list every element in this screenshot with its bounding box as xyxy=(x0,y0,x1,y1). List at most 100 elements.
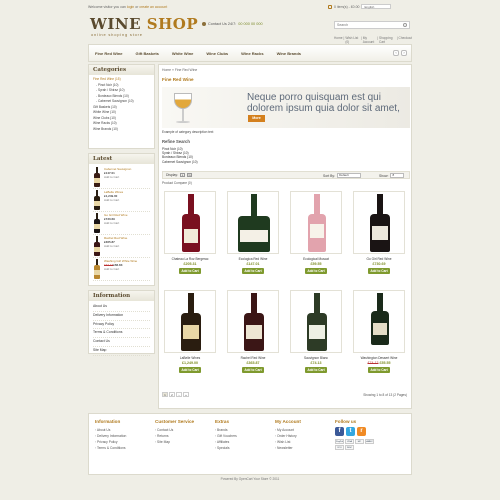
sort-select[interactable]: Default xyxy=(337,173,362,178)
more-button[interactable]: More xyxy=(248,115,265,122)
nav-item[interactable]: Wine Clubs xyxy=(206,51,228,56)
latest-product-info: LaBelle Wines £1,249.00 Add to Cart xyxy=(104,190,123,202)
product-image[interactable] xyxy=(290,191,342,254)
add-to-cart-button[interactable]: Add to Cart xyxy=(179,268,201,274)
footer-column: My AccountMy AccountOrder HistoryWish Li… xyxy=(275,419,301,451)
wine-bottle-thumbnail[interactable] xyxy=(93,167,101,187)
add-to-cart-link[interactable]: Add to Cart xyxy=(104,175,131,179)
product-name[interactable]: Washington Dessert Wine xyxy=(353,356,405,360)
cart-summary[interactable]: 0 item(s) - £0.00 English xyxy=(328,4,392,9)
logo[interactable]: WINE SHOP xyxy=(90,15,198,33)
product-image[interactable] xyxy=(353,191,405,254)
refine-link[interactable]: Cabernet Sauvignon (10) xyxy=(162,160,198,164)
latest-box: Latest Cabernet Sauvignon £147.01 Add to C… xyxy=(88,153,155,286)
sort-label: Sort By: xyxy=(323,173,336,178)
header-link[interactable]: My Account xyxy=(363,36,377,44)
product-image[interactable] xyxy=(227,290,279,353)
grid-view-button[interactable]: G xyxy=(187,173,193,177)
list-view-button[interactable]: L xyxy=(180,173,186,177)
product-name[interactable]: Rachel Red Wine xyxy=(227,356,279,360)
search-input[interactable] xyxy=(335,22,401,28)
product-image[interactable] xyxy=(164,191,216,254)
wine-bottle-thumbnail[interactable] xyxy=(93,213,101,233)
product-name[interactable]: Sauvignon Blanc xyxy=(290,356,342,360)
add-to-cart-button[interactable]: Add to Cart xyxy=(242,367,264,373)
page-link[interactable]: » xyxy=(183,392,189,397)
add-to-cart-link[interactable]: Add to Cart xyxy=(104,221,128,225)
product-name[interactable]: Ecologica Red Wine xyxy=(227,257,279,261)
footer-column: ExtrasBrandsGift VouchersAffiliatesSpeci… xyxy=(215,419,237,451)
product-compare-link[interactable]: Product Compare (0) xyxy=(162,181,192,185)
limit-select[interactable]: 8 xyxy=(390,173,405,178)
information-link[interactable]: Delivery Information xyxy=(93,312,150,321)
product-image[interactable] xyxy=(227,191,279,254)
information-link[interactable]: About Us xyxy=(93,303,150,312)
nav-item[interactable]: White Wine xyxy=(172,51,194,56)
add-to-cart-button[interactable]: Add to Cart xyxy=(242,268,264,274)
product-name[interactable]: LaBelle Wines xyxy=(164,356,216,360)
footer-link[interactable]: Terms & Conditions xyxy=(95,445,126,451)
nav-arrows: ‹ › xyxy=(393,50,407,56)
product-image[interactable] xyxy=(353,290,405,353)
search-icon[interactable] xyxy=(403,23,407,27)
nav-next-button[interactable]: › xyxy=(401,50,407,56)
category-link[interactable]: Wine Brands (10) xyxy=(93,127,150,133)
categories-title: Categories xyxy=(89,65,154,75)
footer-link[interactable]: Newsletter xyxy=(275,445,301,451)
create-account-link[interactable]: create an account xyxy=(139,5,167,9)
facebook-icon[interactable]: f xyxy=(335,427,344,436)
payment-icons: PayPal VISA MC AMEX 2CO DISC xyxy=(335,439,377,450)
login-link[interactable]: login xyxy=(127,5,134,9)
nav-item[interactable]: Wine Brands xyxy=(277,51,301,56)
add-to-cart-button[interactable]: Add to Cart xyxy=(305,268,327,274)
breadcrumb[interactable]: Home » Fine Red Wine xyxy=(162,68,197,72)
product-name[interactable]: Chateau La Roz Bergerac xyxy=(164,257,216,261)
language-select[interactable]: English xyxy=(361,4,392,9)
information-link[interactable]: Privacy Policy xyxy=(93,321,150,330)
rss-icon[interactable]: r xyxy=(357,427,366,436)
page-link[interactable]: › xyxy=(176,392,182,397)
product-price: £365.87 xyxy=(227,361,279,365)
page-link[interactable]: 1 xyxy=(162,392,168,397)
footer-link[interactable]: Site Map xyxy=(155,439,194,445)
wine-bottle xyxy=(354,194,406,254)
product-name[interactable]: Go Girl Red Wine xyxy=(353,257,405,261)
information-link[interactable]: Terms & Conditions xyxy=(93,329,150,339)
wine-bottle-thumbnail[interactable] xyxy=(93,236,101,256)
footer-link[interactable]: Specials xyxy=(215,445,237,451)
add-to-cart-button[interactable]: Add to Cart xyxy=(179,367,201,373)
add-to-cart-button[interactable]: Add to Cart xyxy=(368,268,390,274)
information-link[interactable]: Site Map xyxy=(93,347,150,356)
price: £74.13 xyxy=(310,361,322,365)
product-image[interactable] xyxy=(164,290,216,353)
sort-options: Sort By: Default xyxy=(323,173,362,178)
wine-bottle xyxy=(291,194,343,254)
nav-item[interactable]: Wine Racks xyxy=(241,51,263,56)
information-box: Information About Us Delivery Information… xyxy=(88,290,155,356)
nav-item[interactable]: Gift Baskets xyxy=(136,51,159,56)
social-icons: f t r xyxy=(335,427,377,436)
product-image[interactable] xyxy=(290,290,342,353)
information-link[interactable]: Contact Us xyxy=(93,338,150,347)
header-link[interactable]: Checkout xyxy=(399,36,412,44)
footer-column-title: My Account xyxy=(275,419,301,424)
refine-link[interactable]: Bordeaux Blends (10) xyxy=(162,155,198,159)
add-to-cart-link[interactable]: Add to Cart xyxy=(104,198,123,202)
twitter-icon[interactable]: t xyxy=(346,427,355,436)
add-to-cart-link[interactable]: Add to Cart xyxy=(104,244,127,248)
nav-prev-button[interactable]: ‹ xyxy=(393,50,399,56)
banner-text: Neque porro quisquam est qui dolorem ips… xyxy=(247,92,400,114)
product-card: LaBelle Wines £1,249.00 Add to Cart xyxy=(164,290,216,373)
add-to-cart-button[interactable]: Add to Cart xyxy=(305,367,327,373)
header-link[interactable]: Wish List (0) xyxy=(345,36,360,44)
wine-bottle-thumbnail[interactable] xyxy=(93,190,101,210)
wine-bottle-thumbnail[interactable] xyxy=(93,259,101,279)
product-price: £59.55 xyxy=(290,262,342,266)
add-to-cart-link[interactable]: Add to Cart xyxy=(104,267,137,271)
page-link[interactable]: 2 xyxy=(169,392,175,397)
header-link[interactable]: Shopping Cart xyxy=(379,36,396,44)
add-to-cart-button[interactable]: Add to Cart xyxy=(368,367,390,373)
nav-item[interactable]: Fine Red Wine xyxy=(95,51,123,56)
product-name[interactable]: Ecological Muscat xyxy=(290,257,342,261)
header-link[interactable]: Home xyxy=(334,36,343,44)
